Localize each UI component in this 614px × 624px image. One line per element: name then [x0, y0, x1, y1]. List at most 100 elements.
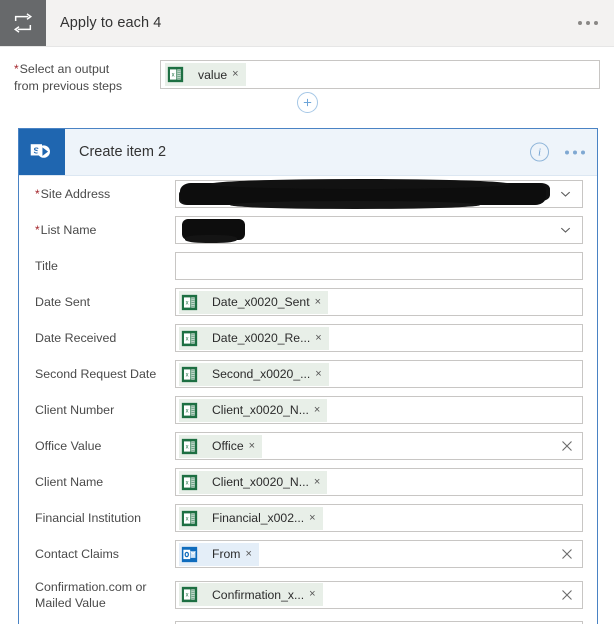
token-remove-button[interactable]: ×	[307, 589, 322, 600]
svg-text:x: x	[186, 593, 189, 599]
select-output-input[interactable]: x value ×	[160, 60, 600, 89]
token-remove-button[interactable]: ×	[313, 296, 328, 308]
token-remove-button[interactable]: ×	[307, 512, 322, 524]
token-remove-button[interactable]: ×	[247, 440, 262, 452]
dot	[565, 150, 569, 154]
required-asterisk: *	[35, 187, 40, 201]
token-label: From	[212, 547, 241, 561]
token-chip[interactable]: x Date_x0020_Sent ×	[179, 290, 329, 314]
clear-field-button[interactable]	[560, 547, 574, 561]
form-row: Office Value x Office ×	[19, 428, 597, 464]
token-remove-button[interactable]: ×	[243, 548, 258, 560]
info-icon[interactable]: i	[530, 142, 549, 162]
token-chip[interactable]: x Confirmation_x... ×	[179, 583, 323, 606]
token-field[interactable]	[175, 252, 583, 280]
excel-icon: x	[179, 328, 200, 349]
create-item-title: Create item 2	[79, 144, 167, 160]
token-chip[interactable]: x Office ×	[179, 434, 263, 458]
token-field[interactable]: x Client_x0020_N... ×	[175, 468, 583, 496]
excel-icon: x	[179, 584, 200, 605]
svg-text:x: x	[186, 408, 189, 414]
clear-field-button[interactable]	[560, 588, 574, 602]
form-row: Financial Institution x Financial_x002..…	[19, 500, 597, 536]
token-field[interactable]: x Financial_x002... ×	[175, 504, 583, 532]
apply-to-each-header[interactable]: Apply to each 4	[0, 0, 614, 47]
form-row: Second Request Date x Second_x0020_... ×	[19, 356, 597, 392]
token-label: value	[198, 67, 228, 82]
dot	[586, 21, 590, 25]
excel-icon: x	[179, 508, 200, 529]
token-field[interactable]: x Date_x0020_Re... ×	[175, 324, 583, 352]
excel-icon: x	[179, 364, 200, 385]
token-field[interactable]: x Client_x0020_N... ×	[175, 396, 583, 424]
clear-field-button[interactable]	[560, 439, 574, 453]
form-row: Contact Claims From ×	[19, 536, 597, 572]
dropdown-field[interactable]	[175, 179, 583, 209]
apply-to-each-more-button[interactable]	[578, 21, 598, 25]
form-row: Client Number x Client_x0020_N... ×	[19, 392, 597, 428]
dot	[578, 21, 582, 25]
field-label: Financial Institution	[35, 510, 175, 526]
field-label-text: Date Received	[35, 331, 117, 345]
token-label: Client_x0020_N...	[212, 403, 309, 417]
token-value[interactable]: x value ×	[165, 63, 246, 86]
field-label: Client Number	[35, 402, 175, 418]
token-field[interactable]: x Confirmation_x... ×	[175, 580, 583, 609]
field-label: Office Value	[35, 438, 175, 454]
svg-text:x: x	[186, 300, 189, 306]
token-remove-button[interactable]: ×	[313, 368, 328, 380]
excel-icon: x	[179, 292, 200, 313]
svg-text:x: x	[186, 480, 189, 486]
svg-text:x: x	[186, 372, 189, 378]
field-label-text: Site Address	[40, 187, 111, 201]
token-field[interactable]: x Second_x0020_... ×	[175, 360, 583, 388]
dropdown-field[interactable]	[175, 216, 583, 244]
field-label-text: Financial Institution	[35, 511, 142, 525]
create-item-header[interactable]: S Create item 2 i	[19, 129, 597, 176]
token-field[interactable]: From ×	[175, 540, 583, 568]
token-chip[interactable]: x Date_x0020_Re... ×	[179, 326, 329, 350]
chevron-down-icon[interactable]	[559, 188, 572, 201]
token-chip[interactable]: x Client_x0020_N... ×	[179, 470, 328, 494]
loop-repeat-icon	[0, 0, 46, 46]
token-label: Second_x0020_...	[212, 367, 311, 381]
chevron-down-icon[interactable]	[559, 224, 572, 237]
excel-icon: x	[179, 472, 200, 493]
select-output-label: *Select an output from previous steps	[14, 60, 160, 95]
field-label: *List Name	[35, 222, 175, 238]
token-chip[interactable]: x Client_x0020_N... ×	[179, 398, 328, 422]
field-label-text: List Name	[40, 223, 97, 237]
token-label: Date_x0020_Sent	[212, 295, 310, 309]
field-label: Date Sent	[35, 294, 175, 310]
form-row: *Site Address	[19, 176, 597, 212]
token-remove-button[interactable]: ×	[230, 69, 245, 80]
apply-to-each-title: Apply to each 4	[60, 15, 162, 31]
form-row: Fieldwork Date x Field_x0020_W...×	[19, 617, 597, 624]
form-row: Title	[19, 248, 597, 284]
redaction-mark	[180, 179, 546, 209]
token-chip[interactable]: x Financial_x002... ×	[179, 506, 323, 530]
apply-to-each-card: Apply to each 4 *Select an output from p…	[0, 0, 614, 113]
form-row: Date Received x Date_x0020_Re... ×	[19, 320, 597, 356]
excel-icon: x	[179, 436, 200, 457]
create-item-card: S Create item 2 i *Site Address *List Nam…	[18, 128, 598, 624]
add-step-button[interactable]	[296, 92, 318, 113]
create-item-form: *Site Address *List Name Title Date Sent x …	[19, 176, 597, 624]
form-row: Confirmation.com or Mailed Value x Confi…	[19, 572, 597, 617]
svg-text:x: x	[186, 444, 189, 450]
svg-text:x: x	[172, 73, 175, 79]
field-label: Client Name	[35, 474, 175, 490]
token-remove-button[interactable]: ×	[312, 404, 327, 416]
token-chip[interactable]: x Second_x0020_... ×	[179, 362, 329, 386]
token-chip[interactable]: From ×	[179, 542, 259, 566]
create-item-more-button[interactable]	[565, 150, 585, 154]
token-remove-button[interactable]: ×	[313, 332, 328, 344]
token-remove-button[interactable]: ×	[312, 476, 327, 488]
token-field[interactable]: x Date_x0020_Sent ×	[175, 288, 583, 316]
svg-text:x: x	[186, 336, 189, 342]
field-label: Date Received	[35, 330, 175, 346]
field-label: *Site Address	[35, 186, 175, 202]
token-field[interactable]: x Office ×	[175, 432, 583, 460]
token-label: Confirmation_x...	[212, 587, 305, 602]
redaction-mark	[182, 219, 245, 243]
